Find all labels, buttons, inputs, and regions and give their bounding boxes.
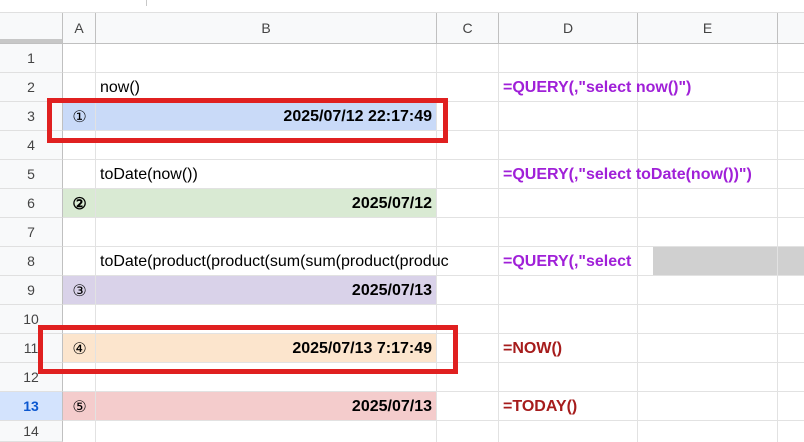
gridline xyxy=(498,44,499,442)
formula-d13[interactable]: =TODAY() xyxy=(503,392,577,421)
row-header-13[interactable]: 13 xyxy=(0,392,63,421)
column-header-f[interactable] xyxy=(778,13,804,44)
toolbar-divider xyxy=(146,0,147,6)
cell-b9[interactable]: 2025/07/13 xyxy=(100,276,432,305)
row-header-7[interactable]: 7 xyxy=(0,218,63,247)
formula-d8[interactable]: =QUERY(,"select xyxy=(503,247,653,276)
gridline xyxy=(63,72,804,73)
column-header-e[interactable]: E xyxy=(638,13,778,44)
cell-b6[interactable]: 2025/07/12 xyxy=(100,189,432,218)
cell-b5[interactable]: toDate(now()) xyxy=(100,160,198,189)
toolbar-edge xyxy=(0,0,804,13)
row-header-8[interactable]: 8 xyxy=(0,247,63,276)
row-header-1[interactable]: 1 xyxy=(0,44,63,73)
column-header-d[interactable]: D xyxy=(499,13,638,44)
row-header-14[interactable]: 14 xyxy=(0,421,63,442)
formula-d2[interactable]: =QUERY(,"select now()") xyxy=(503,73,691,102)
select-all-corner[interactable] xyxy=(0,13,63,44)
column-header-b[interactable]: B xyxy=(96,13,437,44)
cell-a13[interactable]: ⑤ xyxy=(63,392,96,421)
gridline xyxy=(777,44,778,442)
cell-b13[interactable]: 2025/07/13 xyxy=(100,392,432,421)
cell-a6[interactable]: ② xyxy=(63,189,96,218)
highlight-box-now-function xyxy=(38,325,458,374)
cell-a9[interactable]: ③ xyxy=(63,276,96,305)
column-header-a[interactable]: A xyxy=(63,13,96,44)
row-header-5[interactable]: 5 xyxy=(0,160,63,189)
frozen-row-handle[interactable] xyxy=(0,39,62,43)
column-header-c[interactable]: C xyxy=(437,13,499,44)
row-header-6[interactable]: 6 xyxy=(0,189,63,218)
formula-d11[interactable]: =NOW() xyxy=(503,334,562,363)
formula-d5[interactable]: =QUERY(,"select toDate(now())") xyxy=(503,160,752,189)
gridline xyxy=(637,44,638,442)
highlight-box-now xyxy=(47,98,448,143)
row-header-9[interactable]: 9 xyxy=(0,276,63,305)
selection-overlay[interactable] xyxy=(653,247,804,276)
cell-b8[interactable]: toDate(product(product(sum(sum(product(p… xyxy=(100,247,499,276)
